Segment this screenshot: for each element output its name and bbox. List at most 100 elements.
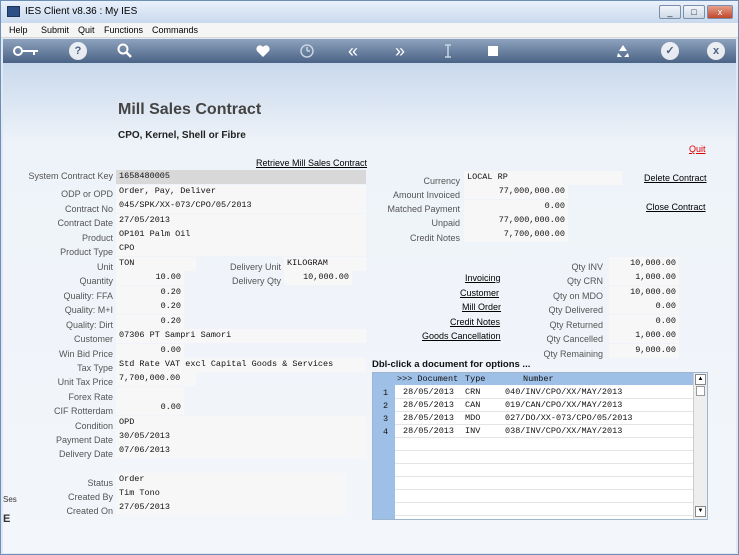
cif-rotterdam-field[interactable]: 0.00 — [116, 401, 184, 415]
product-field[interactable]: OP101 Palm Oil — [116, 228, 366, 242]
column-type[interactable]: Type — [465, 374, 485, 384]
quality-mi-label: Quality: M+I — [64, 305, 113, 315]
close-icon[interactable]: x — [707, 42, 725, 60]
search-icon[interactable] — [116, 42, 134, 60]
window-title: IES Client v8.36 : My IES — [25, 6, 138, 17]
table-row[interactable]: 28/05/2013 CAN 019/CAN/CPO/XX/MAY/2013 — [395, 399, 693, 412]
quality-dirt-field[interactable]: 0.20 — [116, 315, 184, 329]
delivery-qty-field[interactable]: 10,000.00 — [284, 271, 352, 285]
quality-mi-field[interactable]: 0.20 — [116, 300, 184, 314]
quantity-label: Quantity — [79, 276, 113, 286]
quality-dirt-label: Quality: Dirt — [65, 320, 113, 330]
win-bid-price-label: Win Bid Price — [58, 349, 113, 359]
qty-cancelled-field[interactable]: 1,000.00 — [609, 329, 679, 343]
currency-field[interactable]: LOCAL RP — [464, 171, 622, 185]
created-on-field[interactable]: 27/05/2013 — [116, 501, 346, 515]
qty-crn-field[interactable]: 1,000.00 — [609, 271, 679, 285]
quality-ffa-label: Quality: FFA — [63, 291, 113, 301]
rewind-icon[interactable]: « — [344, 42, 362, 60]
main-content: Mill Sales Contract CPO, Kernel, Shell o… — [3, 63, 736, 553]
minimize-button[interactable]: _ — [659, 5, 681, 19]
scroll-up-icon[interactable]: ▲ — [695, 374, 706, 385]
delete-contract-link[interactable]: Delete Contract — [644, 173, 707, 183]
qty-inv-field[interactable]: 10,000.00 — [609, 257, 679, 271]
retrieve-contract-link[interactable]: Retrieve Mill Sales Contract — [256, 158, 367, 168]
empty-row — [395, 464, 693, 477]
condition-field[interactable]: OPD — [116, 416, 366, 430]
table-row[interactable]: 28/05/2013 MDO 027/DO/XX-073/CPO/05/2013 — [395, 412, 693, 425]
app-icon — [7, 6, 20, 17]
scroll-thumb[interactable] — [696, 386, 705, 396]
stop-icon[interactable] — [484, 42, 502, 60]
qty-delivered-field[interactable]: 0.00 — [609, 300, 679, 314]
win-bid-price-field[interactable]: 0.00 — [116, 344, 184, 358]
row-number: 4 — [383, 427, 389, 437]
documents-grid[interactable]: >>> Document Type Number 1 28/05/2013 CR… — [372, 372, 708, 520]
product-type-field[interactable]: CPO — [116, 242, 366, 256]
clock-icon[interactable] — [298, 42, 316, 60]
menu-commands[interactable]: Commands — [152, 25, 198, 35]
empty-row — [395, 451, 693, 464]
cell-number: 019/CAN/CPO/XX/MAY/2013 — [505, 400, 623, 410]
scroll-down-icon[interactable]: ▼ — [695, 506, 706, 517]
quality-ffa-field[interactable]: 0.20 — [116, 286, 184, 300]
cell-date: 28/05/2013 — [403, 387, 455, 397]
unpaid-label: Unpaid — [431, 218, 460, 228]
system-contract-key-field[interactable]: 1658480005 — [116, 170, 366, 184]
product-label: Product — [81, 233, 113, 243]
grid-column-header: >>> Document Type Number — [395, 373, 693, 385]
recycle-icon[interactable] — [614, 42, 632, 60]
column-document[interactable]: >>> Document — [397, 374, 458, 384]
created-by-field[interactable]: Tim Tono — [116, 487, 346, 501]
menu-quit[interactable]: Quit — [78, 25, 95, 35]
column-number[interactable]: Number — [523, 374, 554, 384]
key-icon[interactable] — [11, 42, 41, 60]
table-row[interactable]: 28/05/2013 CRN 040/INV/CPO/XX/MAY/2013 — [395, 386, 693, 399]
close-window-button[interactable]: x — [707, 5, 733, 19]
cell-type: CRN — [465, 387, 481, 397]
forward-icon[interactable]: » — [391, 42, 409, 60]
customer-field[interactable]: 07306 PT Sampri Samori — [116, 329, 366, 343]
grid-scrollbar[interactable]: ▲ ▼ — [693, 373, 707, 519]
contract-no-label: Contract No — [64, 204, 113, 214]
odp-opd-label: ODP or OPD — [61, 189, 113, 199]
status-field[interactable]: Order — [116, 473, 346, 487]
menu-submit[interactable]: Submit — [41, 25, 69, 35]
unit-tax-price-field[interactable]: 7,700,000.00 — [116, 372, 196, 386]
help-icon[interactable]: ? — [69, 42, 87, 60]
odp-opd-field[interactable]: Order, Pay, Deliver — [116, 185, 366, 199]
close-contract-link[interactable]: Close Contract — [646, 202, 706, 212]
text-cursor-icon[interactable] — [439, 42, 457, 60]
credit-notes-field[interactable]: 7,700,000.00 — [464, 228, 568, 242]
qty-remaining-field[interactable]: 9,000.00 — [609, 344, 679, 358]
goods-cancellation-link[interactable]: Goods Cancellation — [422, 331, 501, 341]
payment-date-field[interactable]: 30/05/2013 — [116, 430, 366, 444]
credit-notes-label: Credit Notes — [409, 233, 460, 243]
qty-inv-label: Qty INV — [571, 262, 603, 272]
qty-returned-field[interactable]: 0.00 — [609, 315, 679, 329]
table-row[interactable]: 28/05/2013 INV 038/INV/CPO/XX/MAY/2013 — [395, 425, 693, 438]
customer-label: Customer — [73, 334, 113, 344]
unpaid-field[interactable]: 77,000,000.00 — [464, 214, 568, 228]
amount-invoiced-field[interactable]: 77,000,000.00 — [464, 185, 568, 199]
qty-returned-label: Qty Returned — [549, 320, 603, 330]
check-icon[interactable]: ✓ — [661, 42, 679, 60]
forex-rate-field[interactable] — [116, 387, 184, 401]
quit-link[interactable]: Quit — [689, 144, 706, 154]
menu-functions[interactable]: Functions — [104, 25, 143, 35]
delivery-date-field[interactable]: 07/06/2013 — [116, 444, 366, 458]
maximize-button[interactable]: □ — [683, 5, 705, 19]
heart-icon[interactable] — [254, 42, 272, 60]
contract-date-field[interactable]: 27/05/2013 — [116, 214, 366, 228]
menu-help[interactable]: Help — [9, 25, 28, 35]
qty-mdo-field[interactable]: 10,000.00 — [609, 286, 679, 300]
qty-remaining-label: Qty Remaining — [543, 349, 603, 359]
product-type-label: Product Type — [60, 247, 113, 257]
delivery-unit-field[interactable]: KILOGRAM — [284, 257, 366, 271]
contract-no-field[interactable]: 045/SPK/XX-073/CPO/05/2013 — [116, 199, 366, 213]
cell-date: 28/05/2013 — [403, 400, 455, 410]
row-number: 1 — [383, 388, 389, 398]
tax-type-field[interactable]: Std Rate VAT excl Capital Goods & Servic… — [116, 358, 366, 372]
matched-payment-field[interactable]: 0.00 — [464, 200, 568, 214]
qty-crn-label: Qty CRN — [567, 276, 603, 286]
